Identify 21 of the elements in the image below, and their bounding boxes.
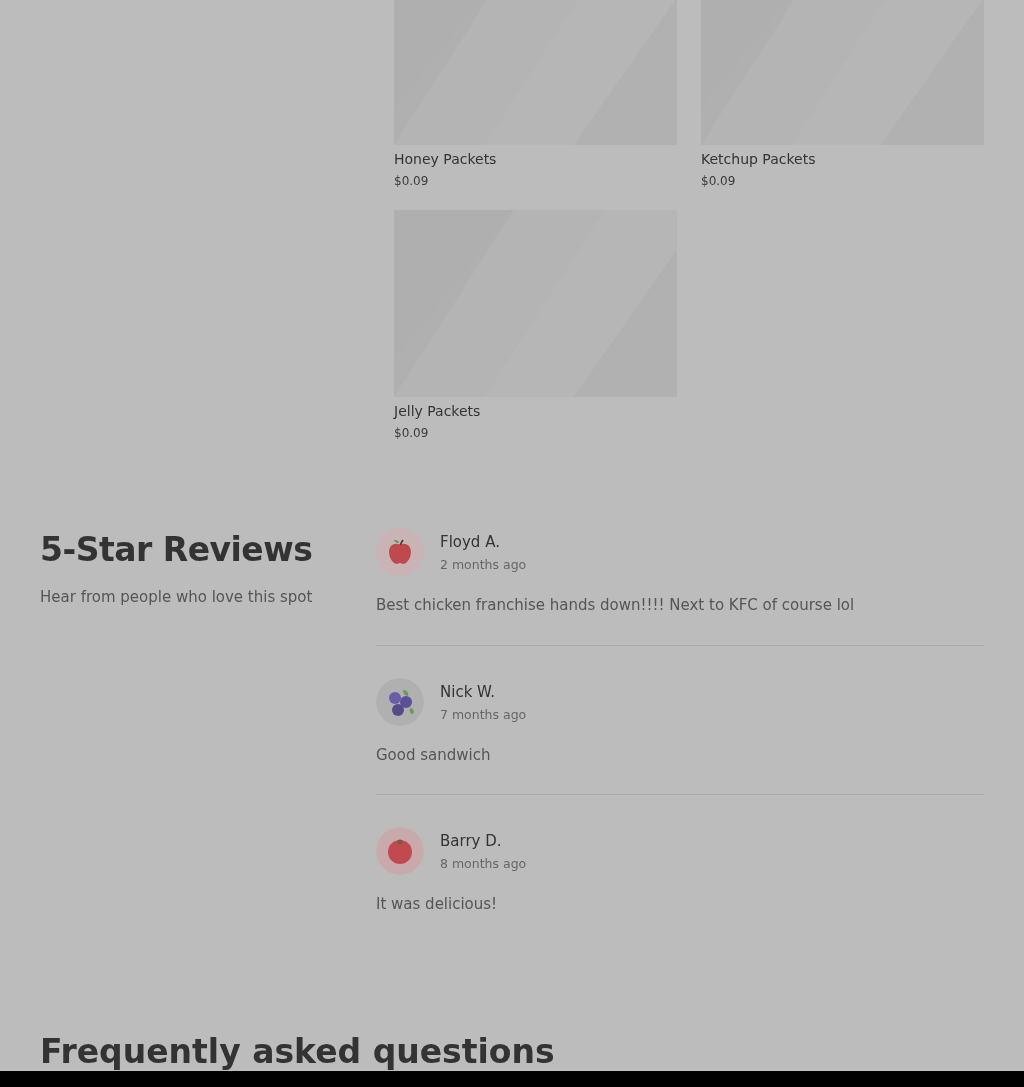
section-heading: 5-Star Reviews	[40, 529, 314, 571]
product-price: $0.09	[701, 173, 737, 190]
review-date: 7 months ago	[440, 705, 527, 724]
section-subtitle: Hear from people who love this spot	[40, 587, 314, 608]
tomato-avatar	[376, 827, 424, 875]
section-heading: Frequently asked questions	[40, 1030, 556, 1071]
product-price: $0.09	[394, 425, 430, 442]
review-date: 8 months ago	[440, 855, 527, 873]
product-price: $0.09	[394, 173, 430, 190]
apple-avatar	[376, 528, 424, 576]
review-text: Good sandwich	[376, 744, 492, 766]
product-name: Jelly Packets	[394, 402, 482, 421]
reviewer-name: Nick W.	[440, 681, 496, 702]
reviewer-name: Floyd A.	[440, 532, 501, 552]
review-date: 2 months ago	[440, 556, 527, 574]
review-text: It was delicious!	[376, 894, 499, 915]
review-text: Best chicken franchise hands down!!!! Next to KFC of course lol	[376, 595, 856, 616]
product-name: Ketchup Packets	[701, 150, 817, 169]
product-name: Honey Packets	[394, 150, 498, 169]
reviewer-name: Barry D.	[440, 831, 503, 851]
blueberry-avatar	[376, 677, 424, 726]
